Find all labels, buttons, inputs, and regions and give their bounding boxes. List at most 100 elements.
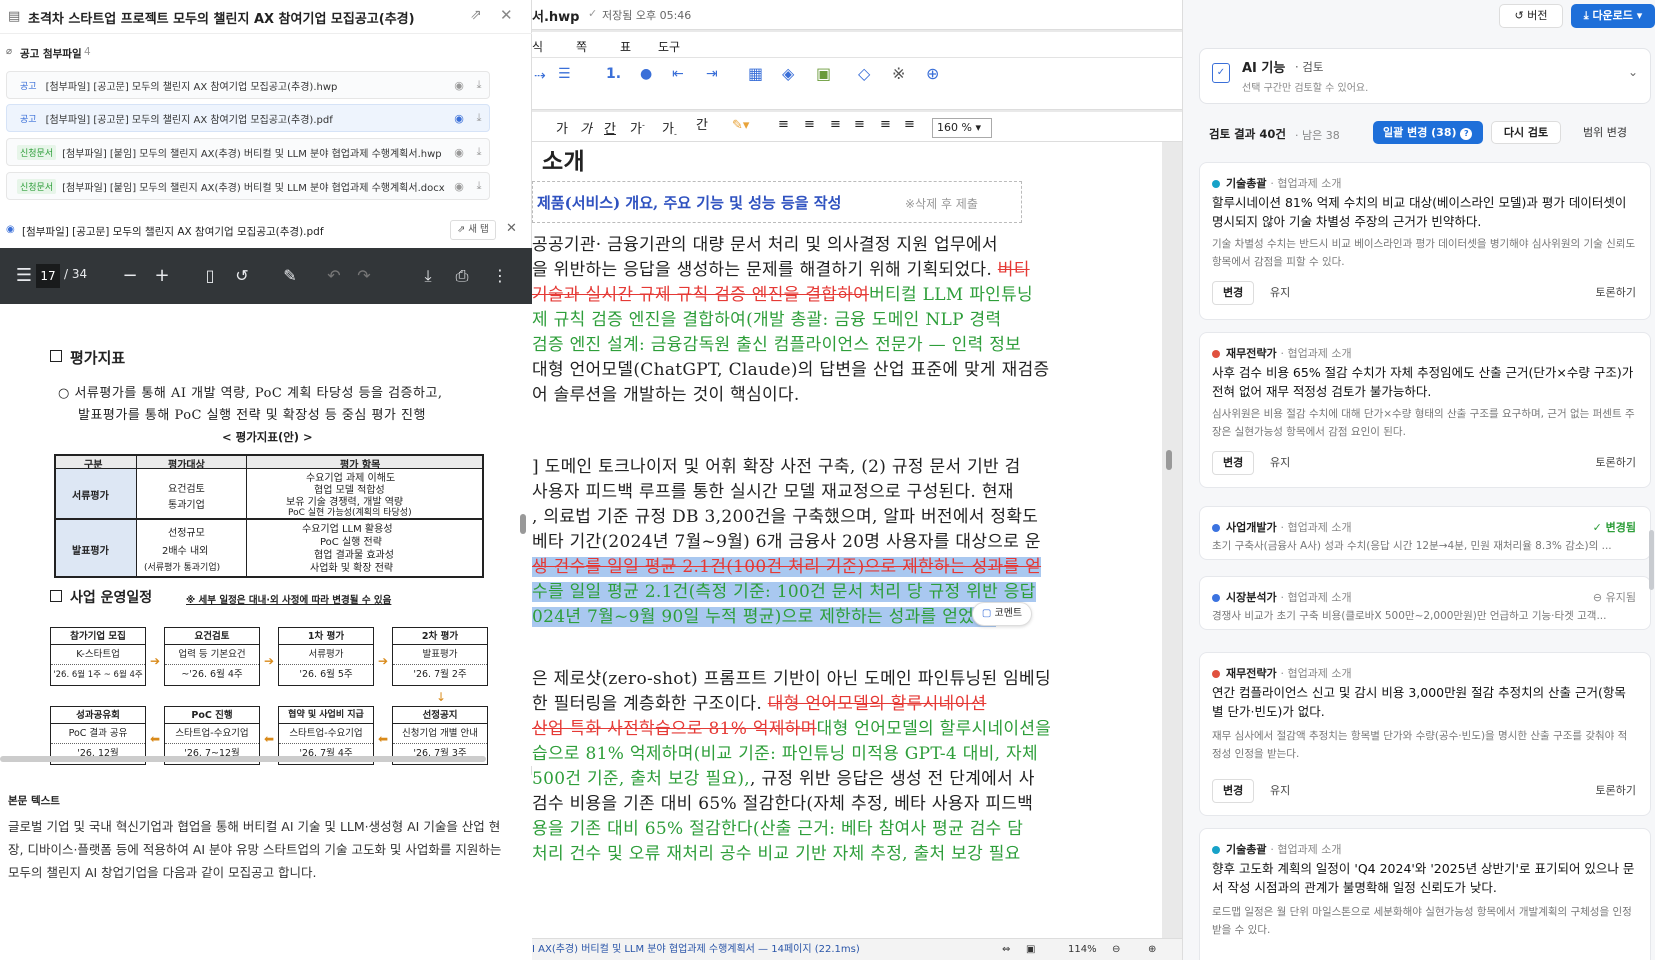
align-left-icon[interactable]: ≡ <box>778 117 789 132</box>
download-button[interactable]: ⤓ 다운로드 ▾ <box>1571 4 1655 28</box>
download-icon[interactable]: ⤓ <box>469 145 489 159</box>
list-check-icon[interactable]: ☰ <box>558 66 571 82</box>
menu-item[interactable]: 식 <box>532 38 543 55</box>
change-button[interactable]: 변경 <box>1212 451 1255 475</box>
rotate-icon[interactable]: ↺ <box>230 248 254 304</box>
re-review-button[interactable]: 다시 검토 <box>1491 121 1561 144</box>
distribute-icon[interactable]: ≡ <box>880 117 891 132</box>
line-spacing-icon[interactable]: ≡ <box>904 117 915 132</box>
strike-button[interactable]: 간 <box>696 114 708 133</box>
fit-width-icon[interactable]: ⇔ <box>1002 939 1010 960</box>
dot-icon <box>1212 524 1220 532</box>
keep-button[interactable]: 유지 <box>1270 281 1290 305</box>
download-icon[interactable]: ⤓ <box>416 248 440 304</box>
menu-icon[interactable]: ☰ <box>12 248 36 304</box>
align-justify-icon[interactable]: ≡ <box>854 117 865 132</box>
version-button[interactable]: ↺ 버전 <box>1499 4 1563 28</box>
table-icon[interactable]: ▦ <box>748 64 763 83</box>
font-size-up[interactable]: 가 <box>556 118 568 137</box>
keep-button[interactable]: 유지 <box>1270 779 1290 803</box>
keep-button[interactable]: 유지 <box>1270 451 1290 475</box>
superscript-button[interactable]: 가- <box>630 118 645 137</box>
menu-item[interactable]: 쪽 <box>576 38 587 55</box>
ai-feature-box[interactable]: ✓ AI 기능 · 검토 선택 구간만 검토할 수 있어요. ⌄ <box>1199 48 1651 104</box>
italic-button[interactable]: 가 <box>580 118 592 137</box>
change-button[interactable]: 변경 <box>1212 779 1255 803</box>
fit-page-icon[interactable]: ▣ <box>1026 939 1035 960</box>
link-icon[interactable]: ⊕ <box>926 64 939 83</box>
menu-item[interactable]: 표 <box>620 38 631 55</box>
review-card[interactable]: 기술총괄 · 협업과제 소개 할루시네이션 81% 억제 수치의 비교 대상(베… <box>1199 162 1651 320</box>
eye-icon[interactable]: ◉ <box>449 146 469 159</box>
zoom-select[interactable]: 160 % ▾ <box>932 118 992 138</box>
fit-page-icon[interactable]: ▯ <box>198 248 222 304</box>
align-right-icon[interactable]: ≡ <box>830 117 841 132</box>
card-category: 재무전략가 · 협업과제 소개 <box>1212 345 1352 361</box>
row-target: 통과기업 <box>168 500 205 511</box>
special-char-icon[interactable]: ※ <box>892 64 905 83</box>
redo-icon[interactable]: ↷ <box>352 248 376 304</box>
undo-icon[interactable]: ↶ <box>322 248 346 304</box>
attachment-name: [첨부파일] [붙임] 모두의 챌린지 AX(추경) 버티컬 및 LLM 분야 … <box>62 148 442 160</box>
download-icon[interactable]: ⤓ <box>469 78 489 92</box>
dot-icon <box>1212 350 1220 358</box>
close-preview-icon[interactable]: ✕ <box>506 221 517 236</box>
menu-item[interactable]: 도구 <box>658 38 680 55</box>
more-icon[interactable]: ⋮ <box>488 248 512 304</box>
review-card[interactable]: 재무전략가 · 협업과제 소개 연간 컴플라이언스 신고 및 감시 비용 3,0… <box>1199 652 1651 816</box>
pdf-hscrollbar[interactable] <box>0 756 486 762</box>
document-page[interactable]: 소개 제품(서비스) 개요, 주요 기능 및 성능 등을 작성 ※삭제 후 제출… <box>532 142 1162 942</box>
comment-icon[interactable]: ◇ <box>858 64 870 83</box>
zoom-in-icon[interactable]: ⊕ <box>1148 939 1156 960</box>
shape-icon[interactable]: ◈ <box>782 64 794 83</box>
paperclip-icon: ⌀ <box>6 46 13 57</box>
style-icon[interactable]: ⇢ <box>534 68 546 84</box>
change-button[interactable]: 변경 <box>1212 281 1255 305</box>
range-change-button[interactable]: 범위 변경 <box>1569 121 1641 144</box>
review-card[interactable]: 재무전략가 · 협업과제 소개 사후 검수 비용 65% 절감 수치가 자체 추… <box>1199 332 1651 488</box>
attachment-item[interactable]: 신청문서 [첨부파일] [붙임] 모두의 챌린지 AX(추경) 버티컬 및 LL… <box>6 172 490 200</box>
annotate-icon[interactable]: ✎ <box>278 248 302 304</box>
download-icon[interactable]: ⤓ <box>469 111 489 125</box>
discuss-button[interactable]: 토론하기 <box>1596 451 1636 475</box>
external-link-icon[interactable]: ⇗ <box>470 7 482 23</box>
download-icon[interactable]: ⤓ <box>469 179 489 193</box>
card-category: 시장분석가 · 협업과제 소개 <box>1212 589 1352 605</box>
zoom-in-icon[interactable]: + <box>150 248 174 304</box>
minus-circle-icon: ⊖ <box>1592 591 1603 604</box>
review-card[interactable]: 기술총괄 · 협업과제 소개 향후 고도화 계획의 일정이 'Q4 2024'와… <box>1199 828 1651 960</box>
attachment-item[interactable]: 신청문서 [첨부파일] [붙임] 모두의 챌린지 AX(추경) 버티컬 및 LL… <box>6 138 490 166</box>
chevron-down-icon[interactable]: ⌄ <box>1628 65 1638 79</box>
comment-button[interactable]: ▢ 코멘트 <box>972 602 1032 626</box>
zoom-out-icon[interactable]: ⊖ <box>1112 939 1120 960</box>
discuss-button[interactable]: 토론하기 <box>1596 281 1636 305</box>
eye-icon[interactable]: ◉ <box>449 79 469 92</box>
zoom-out-icon[interactable]: − <box>118 248 142 304</box>
attachment-item[interactable]: 공고 [첨부파일] [공고문] 모두의 챌린지 AX 참여기업 모집공고(추경)… <box>6 104 490 132</box>
page-number-input[interactable]: 17 <box>36 264 60 288</box>
bullet-list-icon[interactable]: ● <box>640 66 652 82</box>
image-icon[interactable]: ▣ <box>816 64 831 83</box>
highlight-icon[interactable]: ✎▾ <box>732 118 749 133</box>
new-tab-button[interactable]: ⇗ 새 탭 <box>450 220 496 240</box>
batch-change-button[interactable]: 일괄 변경 (38) ? <box>1373 121 1483 144</box>
eye-icon[interactable]: ◉ <box>449 112 469 125</box>
body-text: 글로벌 기업 및 국내 혁신기업과 협업을 통해 버티컬 AI 기술 및 LLM… <box>8 819 502 880</box>
eye-icon[interactable]: ◉ <box>449 180 469 193</box>
bullet-text: 발표평가를 통해 PoC 실행 전략 및 확장성 등 중심 평가 진행 <box>78 408 426 423</box>
subscript-button[interactable]: 가- <box>662 118 677 139</box>
close-icon[interactable]: ✕ <box>500 6 513 24</box>
pdf-scrollbar-thumb[interactable] <box>520 514 526 534</box>
outdent-icon[interactable]: ⇤ <box>672 66 684 82</box>
align-center-icon[interactable]: ≡ <box>804 117 815 132</box>
indent-icon[interactable]: ⇥ <box>706 66 718 82</box>
attachment-item[interactable]: 공고 [첨부파일] [공고문] 모두의 챌린지 AX 참여기업 모집공고(추경)… <box>6 71 490 99</box>
underline-button[interactable]: 간 <box>604 118 616 137</box>
print-icon[interactable]: ⎙ <box>450 248 474 304</box>
numbered-list-icon[interactable]: 1. <box>606 66 621 82</box>
review-card-collapsed[interactable]: 시장분석가 · 협업과제 소개 ⊖ 유지됨 경쟁사 비교가 초기 구축 비용(클… <box>1199 576 1651 630</box>
panel-scrollbar[interactable] <box>1649 530 1654 590</box>
scrollbar-thumb[interactable] <box>1166 450 1172 470</box>
discuss-button[interactable]: 토론하기 <box>1596 779 1636 803</box>
review-card-collapsed[interactable]: 사업개발가 · 협업과제 소개 ✓ 변경됨 초기 구축사(금융사 A사) 성과 … <box>1199 506 1651 560</box>
